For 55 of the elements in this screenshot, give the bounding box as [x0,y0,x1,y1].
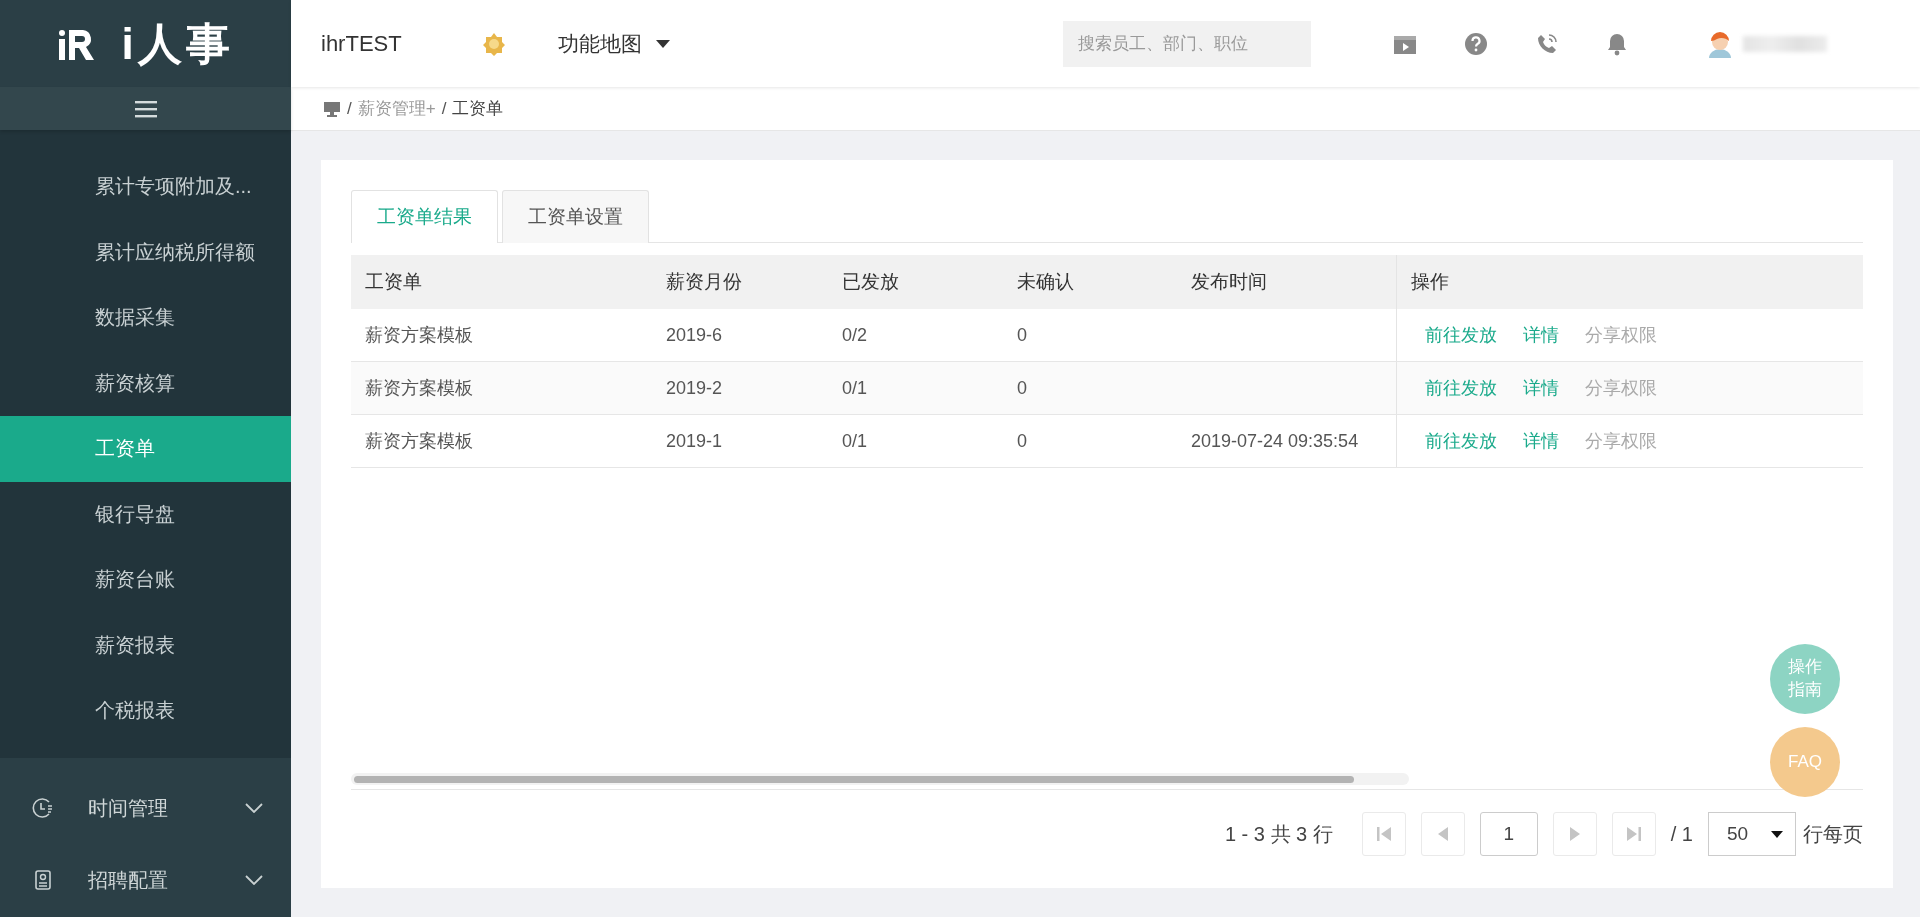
first-page-icon [1375,826,1392,842]
column-header: 已发放 [841,270,900,294]
table-cell: 2019-6 [666,324,723,346]
caret-icon [655,39,670,48]
avatar-icon[interactable] [1706,29,1733,58]
computer-icon[interactable] [323,100,341,117]
sidebar-item[interactable]: 薪资核算 [0,350,291,416]
bell-icon[interactable] [1605,31,1628,56]
sidebar-section[interactable]: 招聘配置 [0,844,291,916]
search-field[interactable]: 搜索员工、部门、职位 [1062,20,1311,67]
menu-icon[interactable] [134,99,157,118]
table-cell: 0/1 [842,430,868,452]
caret-icon [1771,830,1783,838]
breadcrumb-current: 工资单 [452,98,504,120]
table-cell: 2019-2 [666,377,723,399]
company-name[interactable]: ihrTEST [321,30,402,57]
table-cell: 2019-07-24 09:35:54 [1191,430,1359,452]
clock-icon [32,797,54,819]
table-cell: 2019-1 [666,430,723,452]
tab[interactable]: 工资单设置 [502,190,649,243]
id-card-icon [32,869,54,891]
breadcrumb-separator: / [441,98,447,119]
column-header: 工资单 [364,270,423,294]
column-header: 操作 [1396,255,1863,309]
table-cell: 0 [1017,324,1027,346]
help-icon[interactable] [1463,31,1488,56]
column-header: 薪资月份 [665,270,743,294]
page-total: / 1 [1670,822,1693,846]
sidebar-item[interactable]: 个税报表 [0,678,291,744]
logo-text: i人事 [121,21,234,66]
sidebar-item[interactable]: 数据采集 [0,285,291,351]
page-number-field[interactable]: 1 [1479,812,1538,856]
table-cell: 0/2 [842,324,868,346]
sidebar-item[interactable]: 累计专项附加及... [0,154,291,220]
pagination-summary: 1 - 3 共 3 行 [1224,821,1333,847]
table-cell-text: 薪资方案模板 [365,377,473,400]
column-header: 未确认 [1016,270,1075,294]
horizontal-scrollbar[interactable] [351,773,1409,785]
breadcrumb-separator: / [347,98,352,119]
sidebar-item[interactable]: 薪资报表 [0,612,291,678]
page-size-select[interactable]: 50 [1708,812,1796,856]
sidebar-item[interactable]: 累计应纳税所得额 [0,219,291,285]
table-cell: 0/1 [842,377,868,399]
star-badge-icon[interactable] [481,31,506,56]
last-page-icon [1625,826,1642,842]
per-page-label: 行每页 [1803,821,1863,847]
sidebar-item[interactable]: 银行导盘 [0,481,291,547]
sidebar-item[interactable]: 薪资台账 [0,547,291,613]
table-cell: 0 [1017,430,1027,452]
sidebar-section[interactable]: 时间管理 [0,772,291,844]
table-cell-text: 薪资方案模板 [365,324,473,347]
table-cell: 0 [1017,377,1027,399]
feature-map-menu[interactable]: 功能地图 [557,29,642,58]
column-header: 发布时间 [1190,270,1268,294]
table-cell-text: 薪资方案模板 [365,430,473,453]
